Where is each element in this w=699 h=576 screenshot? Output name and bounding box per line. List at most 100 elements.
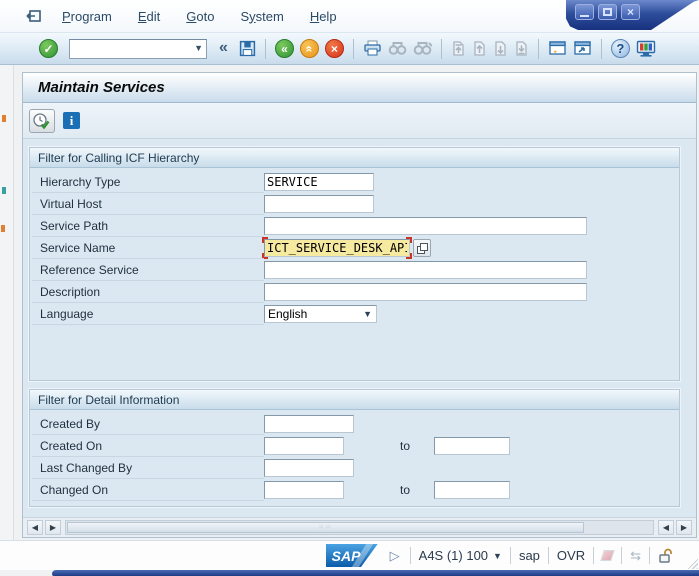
alert-icon	[600, 550, 615, 561]
changed-on-to-input[interactable]	[434, 481, 510, 499]
screen-body: Filter for Calling ICF Hierarchy Hierarc…	[23, 139, 696, 517]
create-shortcut-button[interactable]	[573, 40, 592, 57]
service-name-focus-frame	[264, 239, 410, 257]
scroll-right-button[interactable]: ▶	[676, 520, 692, 535]
changed-on-from-input[interactable]	[264, 481, 344, 499]
created-by-input[interactable]	[264, 415, 354, 433]
multiple-selection-button[interactable]	[413, 239, 431, 257]
scrollbar-track[interactable]: ⁙⁙	[65, 520, 654, 535]
form-row: Reference Service	[30, 259, 679, 281]
menu-goto[interactable]: Goto	[186, 9, 214, 24]
menu-help[interactable]: Help	[310, 9, 337, 24]
close-button[interactable]: ×	[621, 4, 640, 20]
dropdown-arrow-icon: ▼	[363, 309, 372, 319]
print-button[interactable]	[363, 40, 382, 57]
system-dropdown-icon[interactable]: ▼	[493, 551, 502, 561]
system-session-info[interactable]: A4S (1) 100	[419, 548, 488, 563]
unlocked-padlock-icon[interactable]	[658, 548, 673, 564]
status-bar: SAP ▷ A4S (1) 100 ▼ sap OVR ⇆	[0, 540, 699, 570]
check-icon: ✓	[43, 43, 53, 55]
service-name-input[interactable]	[264, 239, 410, 257]
menu-program[interactable]: Program	[62, 9, 112, 24]
execute-clock-icon	[32, 112, 52, 130]
application-toolbar: i	[23, 103, 696, 139]
scrollbar-thumb[interactable]: ⁙⁙	[67, 522, 584, 533]
window-bottom-frame	[52, 570, 699, 576]
help-icon: ?	[616, 41, 624, 56]
status-expand-icon[interactable]: ▷	[390, 548, 400, 564]
execute-button[interactable]	[29, 109, 55, 133]
main-panel: Maintain Services i Filter for Calling I…	[22, 72, 697, 538]
system-menu-icon[interactable]	[26, 9, 42, 23]
minimize-button[interactable]	[575, 4, 594, 20]
service-name-label: Service Name	[40, 241, 264, 255]
insert-mode-indicator[interactable]: OVR	[557, 548, 585, 563]
form-row: Hierarchy Type	[30, 171, 679, 193]
last-changed-by-input[interactable]	[264, 459, 354, 477]
help-button[interactable]: ?	[611, 39, 630, 58]
information-button[interactable]: i	[63, 112, 80, 129]
exit-button[interactable]: «	[300, 39, 319, 58]
enter-button[interactable]: ✓	[39, 39, 58, 58]
created-on-label: Created On	[40, 439, 264, 453]
back-button[interactable]: «	[275, 39, 294, 58]
last-page-button[interactable]	[514, 40, 529, 57]
screen-title-bar: Maintain Services	[23, 73, 696, 103]
filter-detail-groupbox: Filter for Detail Information Created By…	[29, 389, 680, 507]
last-page-icon	[514, 40, 529, 57]
created-by-label: Created By	[40, 417, 264, 431]
collapse-toolbar-icon[interactable]: «	[219, 39, 228, 57]
page-title: Maintain Services	[38, 79, 165, 96]
command-input[interactable]	[70, 41, 182, 57]
status-separator	[410, 547, 411, 564]
service-path-input[interactable]	[264, 217, 587, 235]
next-page-button[interactable]	[493, 40, 508, 57]
find-button[interactable]	[388, 41, 407, 56]
data-transfer-icon: ⇆	[630, 548, 641, 564]
maximize-button[interactable]	[598, 4, 617, 20]
previous-page-button[interactable]	[472, 40, 487, 57]
new-session-button[interactable]	[548, 40, 567, 57]
form-row: Created On to	[30, 435, 679, 457]
scroll-left-button[interactable]: ◀	[27, 520, 43, 535]
new-session-icon	[548, 40, 567, 57]
customize-layout-button[interactable]	[636, 40, 656, 58]
groupbox-title: Filter for Detail Information	[30, 390, 679, 410]
command-dropdown-icon[interactable]: ▼	[194, 43, 203, 53]
cancel-button[interactable]: ×	[325, 39, 344, 58]
first-page-button[interactable]	[451, 40, 466, 57]
scroll-left-button[interactable]: ◀	[658, 520, 674, 535]
description-label: Description	[40, 285, 264, 299]
status-separator	[548, 547, 549, 564]
hierarchy-type-input[interactable]	[264, 173, 374, 191]
description-input[interactable]	[264, 283, 587, 301]
to-label: to	[400, 483, 420, 497]
standard-toolbar: ✓ ▼ « « « ×	[0, 33, 699, 65]
last-changed-by-label: Last Changed By	[40, 461, 264, 475]
margin-speck	[1, 225, 5, 232]
menu-edit[interactable]: Edit	[138, 9, 160, 24]
find-next-icon	[413, 41, 432, 56]
server-name: sap	[519, 548, 540, 563]
form-row: Service Name	[30, 237, 679, 259]
find-next-button[interactable]	[413, 41, 432, 56]
save-icon	[239, 40, 256, 57]
form-row: Changed On to	[30, 479, 679, 501]
reference-service-input[interactable]	[264, 261, 587, 279]
virtual-host-label: Virtual Host	[40, 197, 264, 211]
customize-layout-icon	[636, 40, 656, 58]
language-label: Language	[40, 307, 264, 321]
status-separator	[593, 547, 594, 564]
resize-grip[interactable]	[685, 556, 698, 569]
print-icon	[363, 40, 382, 57]
language-selected-value: English	[268, 307, 307, 321]
language-select[interactable]: English ▼	[264, 305, 377, 323]
virtual-host-input[interactable]	[264, 195, 374, 213]
scroll-right-button[interactable]: ▶	[45, 520, 61, 535]
command-field-wrap: ▼	[69, 39, 207, 59]
menu-system[interactable]: System	[240, 9, 283, 24]
created-on-from-input[interactable]	[264, 437, 344, 455]
save-button[interactable]	[239, 40, 256, 57]
back-icon: «	[281, 43, 288, 55]
created-on-to-input[interactable]	[434, 437, 510, 455]
